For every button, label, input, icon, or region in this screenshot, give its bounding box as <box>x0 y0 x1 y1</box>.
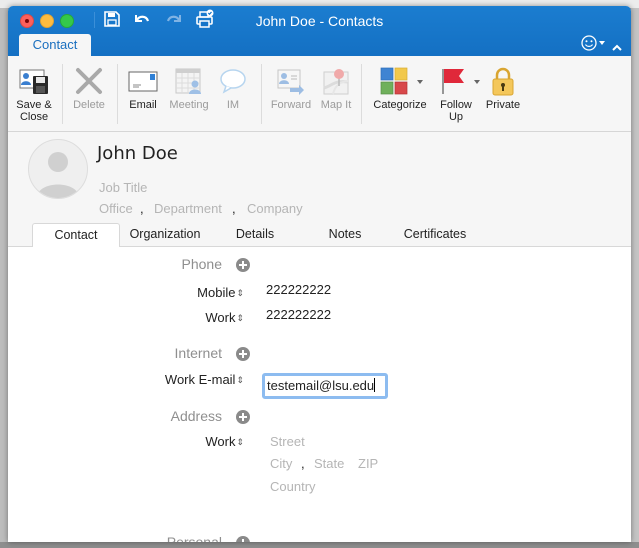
private-label: Private <box>485 99 521 111</box>
collapse-ribbon-chevron-up-icon[interactable] <box>611 39 623 51</box>
feedback-smiley-icon[interactable] <box>581 35 597 51</box>
up-down-arrows-icon: ⇕ <box>236 375 244 385</box>
text-cursor <box>374 378 376 392</box>
department-field[interactable]: Department <box>154 201 222 216</box>
ribbon-divider <box>117 64 118 124</box>
mobile-phone-value[interactable]: 222222222 <box>266 282 331 297</box>
up-down-arrows-icon: ⇕ <box>236 288 244 298</box>
feedback-dropdown-caret-icon[interactable] <box>599 41 605 45</box>
tab-organization[interactable]: Organization <box>122 223 208 246</box>
address-type-selector-work[interactable]: Work⇕ <box>154 434 244 449</box>
categorize-dropdown-caret-icon[interactable] <box>417 80 423 84</box>
personal-section-title: Personal <box>166 534 222 542</box>
detail-tabs: Contact Organization Details Notes Certi… <box>8 220 631 248</box>
follow-up-label: Follow Up <box>440 99 472 123</box>
lock-icon <box>488 66 518 96</box>
map-icon <box>321 66 351 96</box>
email-icon <box>128 66 158 96</box>
up-down-arrows-icon: ⇕ <box>236 313 244 323</box>
title-bar: John Doe - Contacts Contact <box>8 6 631 56</box>
ribbon-toolbar: Save & Close Delete Email Meeting IM For… <box>8 56 631 132</box>
work-phone-value[interactable]: 222222222 <box>266 307 331 322</box>
contact-name[interactable]: John Doe <box>97 143 178 164</box>
add-phone-plus-icon[interactable] <box>236 258 250 272</box>
forward-button[interactable]: Forward <box>268 56 314 131</box>
office-separator: , <box>140 201 144 216</box>
tab-contact[interactable]: Contact <box>32 223 120 248</box>
add-personal-plus-icon[interactable] <box>236 536 250 542</box>
im-button[interactable]: IM <box>218 56 248 131</box>
save-close-label: Save & Close <box>16 99 52 123</box>
save-close-button[interactable]: Save & Close <box>12 56 56 131</box>
ribbon-divider <box>361 64 362 124</box>
zip-field[interactable]: ZIP <box>358 456 378 471</box>
map-it-label: Map It <box>320 99 352 111</box>
private-button[interactable]: Private <box>483 56 523 131</box>
delete-label: Delete <box>73 99 105 111</box>
email-button[interactable]: Email <box>123 56 163 131</box>
follow-up-button[interactable]: Follow Up <box>436 56 480 131</box>
follow-up-dropdown-caret-icon[interactable] <box>474 80 480 84</box>
save-close-icon <box>19 66 49 96</box>
meeting-label: Meeting <box>169 99 209 111</box>
window-title: John Doe - Contacts <box>255 13 384 29</box>
delete-button[interactable]: Delete <box>68 56 110 131</box>
street-field[interactable]: Street <box>270 434 305 449</box>
meeting-button[interactable]: Meeting <box>166 56 212 131</box>
up-down-arrows-icon: ⇕ <box>236 437 244 447</box>
contact-tab-content: Phone Mobile⇕ 222222222 Work⇕ 222222222 … <box>8 247 631 542</box>
tab-notes[interactable]: Notes <box>318 223 372 246</box>
department-separator: , <box>232 201 236 216</box>
background-window-bottom <box>0 542 639 548</box>
background-window-left <box>0 8 8 548</box>
forward-icon <box>276 66 306 96</box>
contact-window: John Doe - Contacts Contact Save & Close … <box>8 6 631 542</box>
contact-photo-avatar[interactable] <box>28 139 88 199</box>
phone-type-selector-mobile[interactable]: Mobile⇕ <box>154 285 244 300</box>
background-window-right <box>631 8 639 548</box>
ribbon-divider <box>261 64 262 124</box>
email-label: Email <box>129 99 157 111</box>
im-label: IM <box>226 99 240 111</box>
company-field[interactable]: Company <box>247 201 303 216</box>
tab-certificates[interactable]: Certificates <box>392 223 478 246</box>
city-separator: , <box>301 456 305 471</box>
country-field[interactable]: Country <box>270 479 316 494</box>
email-type-selector-work[interactable]: Work E-mail⇕ <box>154 372 244 387</box>
meeting-icon <box>174 66 204 96</box>
categorize-label: Categorize <box>373 99 427 111</box>
categorize-icon <box>379 66 409 96</box>
tab-details[interactable]: Details <box>226 223 284 246</box>
ribbon-divider <box>62 64 63 124</box>
state-field[interactable]: State <box>314 456 344 471</box>
categorize-button[interactable]: Categorize <box>370 56 430 131</box>
phone-type-selector-work[interactable]: Work⇕ <box>154 310 244 325</box>
im-icon <box>218 66 248 96</box>
delete-icon <box>74 66 104 96</box>
address-section-title: Address <box>170 408 222 424</box>
phone-section-title: Phone <box>181 256 222 272</box>
add-internet-plus-icon[interactable] <box>236 347 250 361</box>
city-field[interactable]: City <box>270 456 292 471</box>
contact-header: John Doe Job Title Office , Department ,… <box>8 132 631 220</box>
add-address-plus-icon[interactable] <box>236 410 250 424</box>
flag-icon <box>439 66 469 96</box>
ribbon-tab-contact[interactable]: Contact <box>19 34 91 56</box>
map-it-button[interactable]: Map It <box>317 56 355 131</box>
office-field[interactable]: Office <box>99 201 133 216</box>
internet-section-title: Internet <box>174 345 222 361</box>
job-title-field[interactable]: Job Title <box>99 180 147 195</box>
work-email-input[interactable]: testemail@lsu.edu <box>262 373 388 399</box>
forward-label: Forward <box>270 99 312 111</box>
